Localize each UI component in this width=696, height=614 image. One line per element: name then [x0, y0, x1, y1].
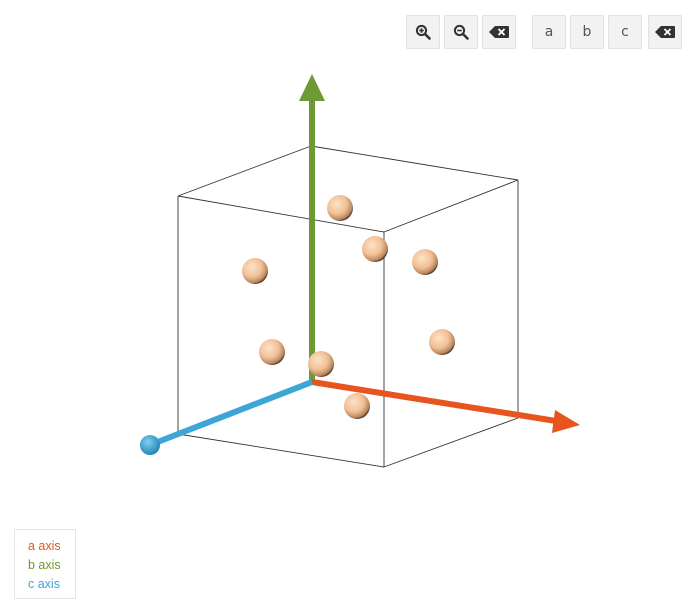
view-c-label: c [621, 24, 629, 40]
atom [412, 249, 438, 275]
zoom-out-icon [453, 24, 469, 40]
view-b-button[interactable]: b [570, 15, 604, 49]
backspace-icon [655, 26, 675, 38]
zoom-in-icon [415, 24, 431, 40]
structure-viewer[interactable] [0, 0, 696, 614]
backspace-icon [489, 26, 509, 38]
legend-item-b: b axis [28, 558, 61, 572]
b-axis-arrow [299, 74, 325, 382]
atom [429, 329, 455, 355]
zoom-in-button[interactable] [406, 15, 440, 49]
legend-item-a: a axis [28, 539, 61, 553]
unit-cell-box [177, 145, 519, 468]
reset-view-button[interactable] [482, 15, 516, 49]
atom [259, 339, 285, 365]
atom [344, 393, 370, 419]
view-c-button[interactable]: c [608, 15, 642, 49]
atom [242, 258, 268, 284]
axis-legend: a axis b axis c axis [14, 529, 76, 599]
atom [327, 195, 353, 221]
atom [308, 351, 334, 377]
view-a-button[interactable]: a [532, 15, 566, 49]
view-a-label: a [544, 24, 554, 40]
clear-button[interactable] [648, 15, 682, 49]
zoom-out-button[interactable] [444, 15, 478, 49]
c-axis-arrow [140, 379, 314, 455]
view-b-label: b [582, 24, 592, 40]
atom [362, 236, 388, 262]
legend-item-c: c axis [28, 577, 60, 591]
